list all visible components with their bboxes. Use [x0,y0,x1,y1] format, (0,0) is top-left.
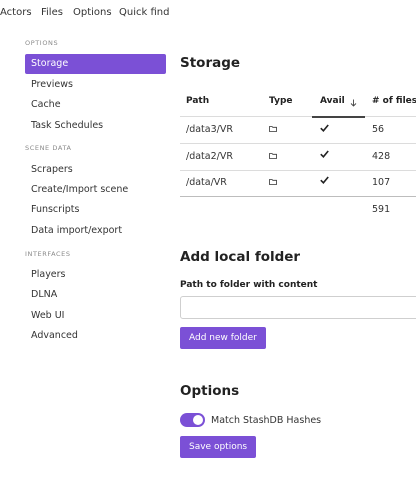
add-new-folder-button[interactable]: Add new folder [180,327,266,349]
sidebar-item-storage[interactable]: Storage [25,54,166,74]
sidebar-item-data-import-export[interactable]: Data import/export [25,221,166,241]
options-title: Options [180,383,240,399]
sidebar-section-scene-data: SCENE DATA [25,144,72,152]
folder-icon [269,179,277,185]
top-nav: Actors Files Options Quick find [0,0,416,28]
nav-options[interactable]: Options [73,7,112,18]
path-label: Path to folder with content [180,280,318,290]
folder-icon [269,153,277,159]
folder-icon [269,126,277,132]
nav-quick-find[interactable]: Quick find [119,7,169,18]
sort-indicator [312,116,365,118]
sidebar-item-dlna[interactable]: DLNA [25,285,166,305]
cell-path: /data3/VR [186,124,233,135]
sidebar-item-web-ui[interactable]: Web UI [25,306,166,326]
col-avail[interactable]: Avail [320,96,345,106]
cell-path: /data/VR [186,177,227,188]
total-files: 591 [372,204,391,215]
check-icon [320,124,329,132]
match-stashdb-label: Match StashDB Hashes [211,415,322,426]
cell-files: 56 [372,124,385,135]
add-folder-title: Add local folder [180,249,301,265]
sidebar-item-players[interactable]: Players [25,265,166,285]
row-divider [180,143,416,144]
header-divider [180,116,416,117]
col-path[interactable]: Path [186,96,209,106]
sidebar-item-cache[interactable]: Cache [25,95,166,115]
row-divider [180,170,416,171]
cell-files: 107 [372,177,391,188]
sidebar-item-advanced[interactable]: Advanced [25,326,166,346]
match-stashdb-toggle[interactable] [180,413,205,427]
nav-actors[interactable]: Actors [0,7,32,18]
sidebar-item-previews[interactable]: Previews [25,75,166,95]
sidebar-item-funscripts[interactable]: Funscripts [25,200,166,220]
save-options-button[interactable]: Save options [180,436,257,458]
sidebar-item-task-schedules[interactable]: Task Schedules [25,116,166,136]
check-icon [320,176,329,184]
col-files[interactable]: # of files [372,96,416,106]
sidebar-section-interfaces: INTERFACES [25,250,71,258]
toggle-knob [193,415,203,425]
sidebar-item-scrapers[interactable]: Scrapers [25,160,166,180]
total-divider [180,196,416,197]
cell-files: 428 [372,151,391,162]
sidebar-item-create-import-scene[interactable]: Create/Import scene [25,180,166,200]
arrow-down-icon[interactable] [350,99,357,107]
cell-path: /data2/VR [186,151,233,162]
path-input[interactable] [180,296,416,319]
nav-files[interactable]: Files [41,7,63,18]
check-icon [320,150,329,158]
storage-title: Storage [180,55,241,71]
col-type[interactable]: Type [269,96,292,106]
sidebar-section-options: OPTIONS [25,39,59,47]
